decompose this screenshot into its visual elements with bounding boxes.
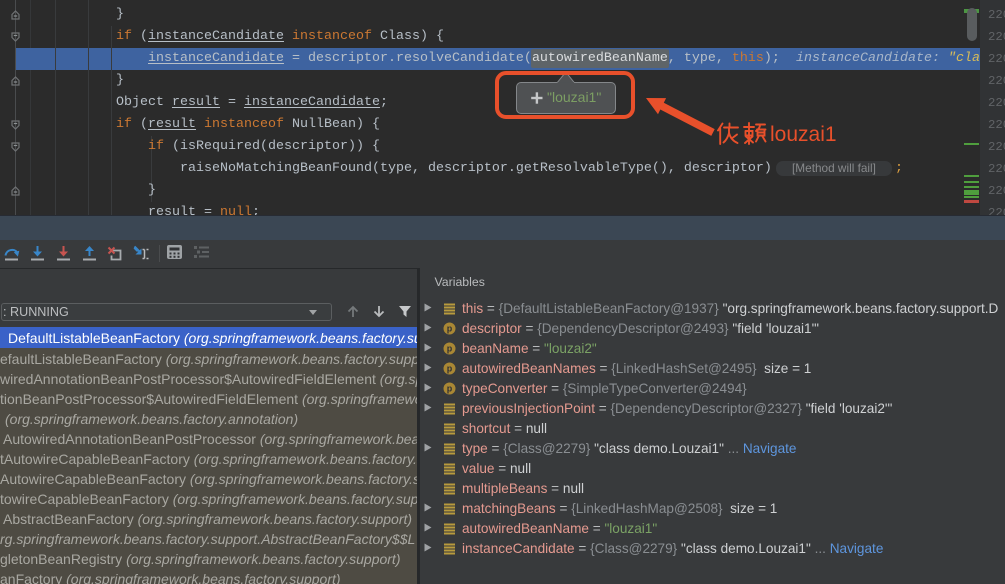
svg-text:p: p xyxy=(447,364,453,374)
svg-text:p: p xyxy=(447,344,453,354)
svg-text:p: p xyxy=(447,384,453,394)
svg-text:p: p xyxy=(447,324,453,334)
